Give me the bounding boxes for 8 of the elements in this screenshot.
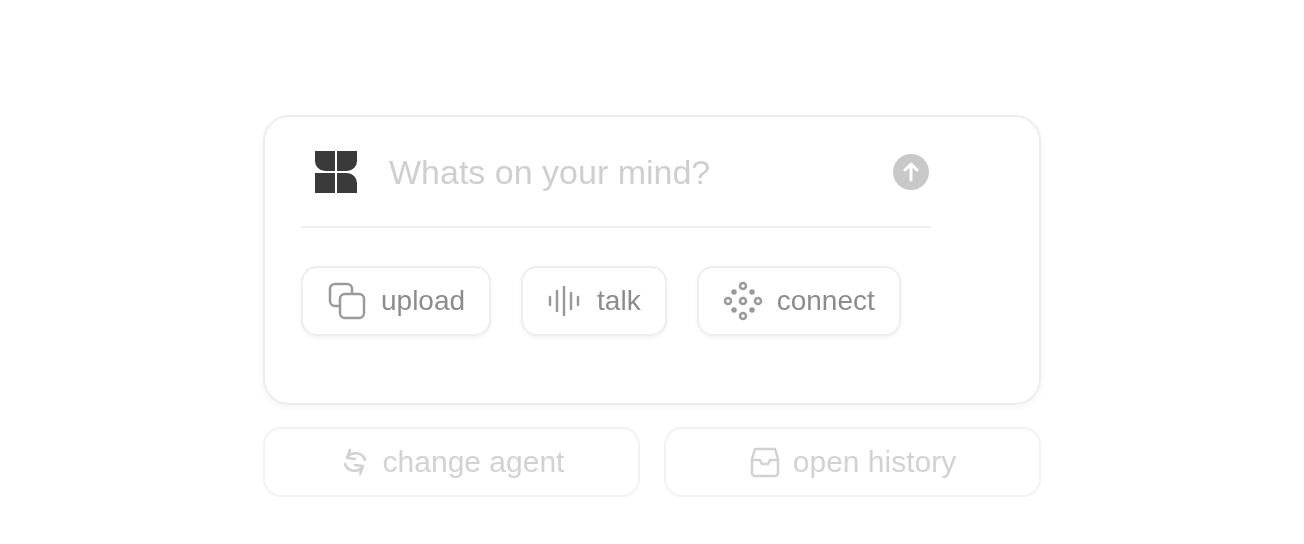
dots-icon bbox=[722, 281, 763, 321]
logo-icon bbox=[315, 151, 357, 193]
talk-button[interactable]: talk bbox=[521, 266, 667, 336]
connect-button[interactable]: connect bbox=[696, 266, 901, 336]
send-button[interactable] bbox=[893, 154, 929, 190]
copy-icon bbox=[327, 281, 367, 321]
upload-button[interactable]: upload bbox=[301, 266, 492, 336]
inbox-icon bbox=[748, 446, 781, 478]
